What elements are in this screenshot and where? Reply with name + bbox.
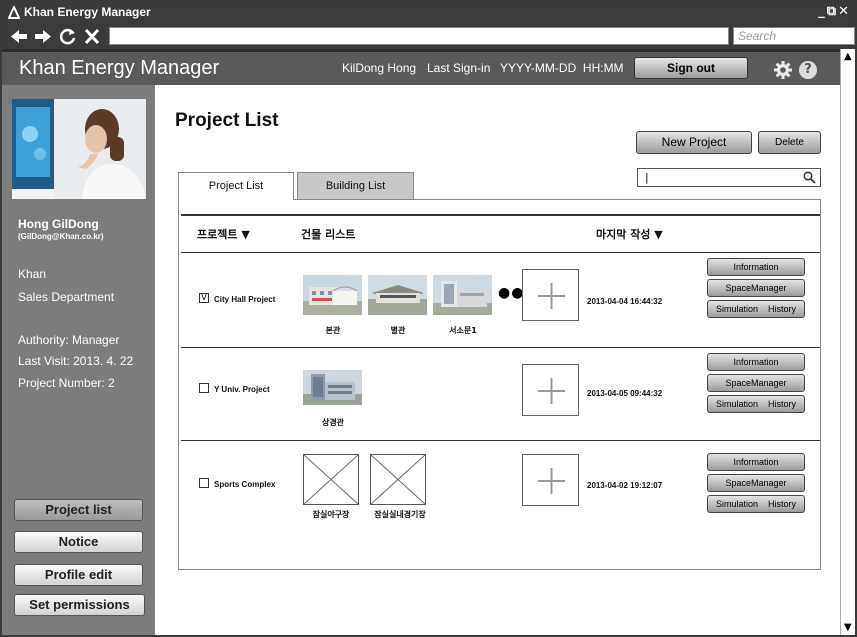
column-header-last-modified-label: 마지막 작성: [596, 228, 651, 241]
profile-project-number: Project Number: 2: [18, 376, 115, 390]
space-manager-button[interactable]: SpaceManager: [707, 474, 805, 492]
add-building-button[interactable]: [522, 269, 579, 321]
forward-arrow-icon[interactable]: [33, 27, 53, 46]
profile-department: Sales Department: [18, 290, 115, 304]
add-building-button[interactable]: [522, 454, 579, 506]
column-header-buildings: 건물 리스트: [301, 228, 356, 241]
information-button[interactable]: Information: [707, 258, 805, 276]
refresh-icon[interactable]: [58, 27, 78, 46]
new-project-button[interactable]: New Project: [636, 131, 752, 154]
vertical-scrollbar[interactable]: ▲ ▼: [840, 49, 855, 635]
project-checkbox[interactable]: [199, 383, 209, 393]
last-modified-date: 2013-04-04 16:44:32: [587, 297, 663, 306]
tab-building-list[interactable]: Building List: [297, 172, 414, 200]
building-thumbnail[interactable]: [433, 275, 492, 315]
simulation-history-button[interactable]: Simulation History: [707, 300, 805, 318]
app-header: Khan Energy Manager KilDong Hong Last Si…: [2, 49, 840, 85]
profile-name: Hong GilDong: [18, 217, 99, 231]
profile-edit-button[interactable]: Profile edit: [14, 564, 143, 586]
project-checkbox[interactable]: [199, 478, 209, 488]
column-header-project[interactable]: 프로젝트 ▼: [197, 226, 250, 242]
brand-title: Khan Energy Manager: [19, 57, 220, 79]
building-thumbnail[interactable]: [368, 275, 427, 315]
building-thumbnail[interactable]: [303, 370, 362, 405]
project-name[interactable]: Y Univ. Project: [214, 385, 270, 394]
minimize-icon[interactable]: _: [818, 4, 827, 19]
add-building-button[interactable]: [522, 364, 579, 416]
close-window-icon[interactable]: ✕: [838, 4, 851, 19]
sort-down-icon[interactable]: ▼: [241, 228, 249, 241]
delete-button[interactable]: Delete: [758, 131, 821, 154]
building-label: 상경관: [321, 418, 345, 427]
building-label: 잠실실내경기장: [374, 510, 426, 519]
plus-icon: [538, 378, 565, 404]
building-label: 별관: [390, 326, 406, 335]
tab-project-list[interactable]: Project List: [178, 172, 294, 200]
information-button[interactable]: Information: [707, 453, 805, 471]
main-content: Project List New Project Delete | Projec…: [155, 85, 840, 635]
table-row: Y Univ. Project 상경관 2013-04-05 09:44:32 …: [179, 348, 820, 440]
table-row: Sports Complex 잠실야구장 잠실실내경기장 2013-04-02 …: [179, 441, 820, 536]
search-value: |: [645, 171, 649, 184]
search-input[interactable]: |: [637, 168, 821, 187]
title-bar: Khan Energy Manager _⧉✕: [2, 2, 855, 24]
back-arrow-icon[interactable]: [9, 27, 29, 46]
user-name: KilDong Hong: [342, 61, 417, 75]
browser-search-input[interactable]: Search: [733, 27, 855, 45]
sign-out-button[interactable]: Sign out: [634, 57, 748, 79]
project-list-button[interactable]: Project list: [14, 499, 143, 521]
browser-navbar: Search: [2, 24, 855, 49]
stop-icon[interactable]: [82, 27, 102, 46]
gear-icon[interactable]: [773, 60, 793, 80]
set-permissions-button[interactable]: Set permissions: [14, 594, 145, 616]
profile-last-visit: Last Visit: 2013. 4. 22: [18, 354, 134, 368]
window-title: Khan Energy Manager: [24, 5, 151, 19]
space-manager-button[interactable]: SpaceManager: [707, 279, 805, 297]
information-button[interactable]: Information: [707, 353, 805, 371]
project-checkbox[interactable]: V: [199, 293, 209, 303]
sidebar: Hong GilDong (GilDong@Khan.co.kr) Khan S…: [2, 85, 155, 635]
building-thumbnail-placeholder[interactable]: [370, 454, 426, 505]
app-logo-icon: [8, 6, 20, 19]
last-sign-in-datetime: YYYY-MM-DD HH:MM: [500, 61, 624, 75]
building-thumbnail[interactable]: [303, 275, 362, 315]
table-row: V City Hall Project ●●● 본관 별관 서소문1 2013-…: [179, 253, 820, 347]
last-modified-date: 2013-04-02 19:12:07: [587, 481, 663, 490]
building-label: 잠실야구장: [312, 510, 350, 519]
window-controls: _⧉✕: [818, 4, 851, 19]
space-manager-button[interactable]: SpaceManager: [707, 374, 805, 392]
scroll-up-icon[interactable]: ▲: [844, 51, 852, 62]
sort-down-icon[interactable]: ▼: [654, 228, 662, 241]
simulation-history-button[interactable]: Simulation History: [707, 395, 805, 413]
notice-button[interactable]: Notice: [14, 531, 143, 553]
profile-authority: Authority: Manager: [18, 333, 120, 347]
column-header-last-modified[interactable]: 마지막 작성 ▼: [596, 226, 663, 242]
scroll-down-icon[interactable]: ▼: [844, 622, 852, 633]
plus-icon: [538, 468, 565, 494]
profile-company: Khan: [18, 267, 47, 281]
building-label: 서소문1: [449, 326, 477, 335]
divider: [181, 214, 820, 216]
building-thumbnail-placeholder[interactable]: [303, 454, 359, 505]
project-name[interactable]: Sports Complex: [214, 480, 275, 489]
column-header-project-label: 프로젝트: [197, 228, 238, 241]
project-table: 프로젝트 ▼ 건물 리스트 마지막 작성 ▼ V City Hall Proje…: [178, 199, 821, 570]
browser-window: Khan Energy Manager _⧉✕ Search Khan Ener…: [0, 0, 857, 637]
avatar: [12, 99, 146, 199]
profile-email: (GilDong@Khan.co.kr): [18, 232, 104, 241]
building-label: 본관: [325, 326, 341, 335]
url-bar[interactable]: [109, 27, 729, 45]
simulation-history-button[interactable]: Simulation History: [707, 495, 805, 513]
last-modified-date: 2013-04-05 09:44:32: [587, 389, 663, 398]
search-icon[interactable]: [803, 171, 816, 184]
help-icon[interactable]: ?: [799, 61, 817, 79]
restore-icon[interactable]: ⧉: [827, 4, 838, 19]
last-sign-in-label: Last Sign-in: [427, 61, 491, 75]
project-name[interactable]: City Hall Project: [214, 295, 275, 304]
page-title: Project List: [175, 110, 279, 131]
plus-icon: [538, 283, 565, 309]
